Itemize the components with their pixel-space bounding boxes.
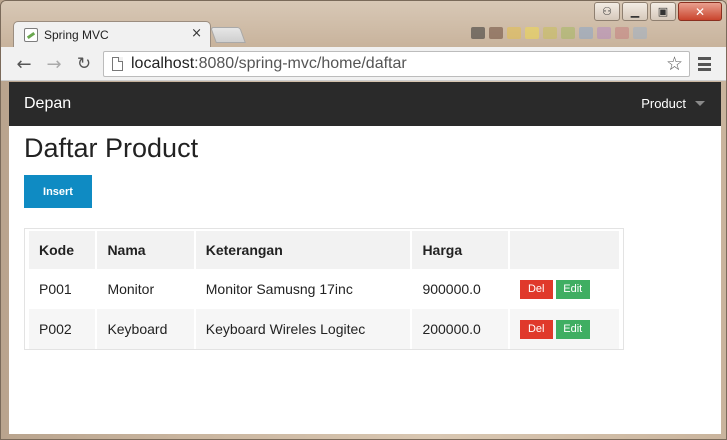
cell-actions: Del Edit (509, 269, 619, 309)
browser-toolbar: ← → ↻ localhost:8080/spring-mvc/home/daf… (1, 47, 726, 81)
url-path: :8080/spring-mvc/home/daftar (194, 55, 407, 72)
forward-arrow-icon[interactable]: → (43, 53, 65, 75)
cell-kode: P001 (29, 269, 96, 309)
navbar-brand[interactable]: Depan (24, 95, 71, 113)
minimize-button[interactable]: ▁ (622, 2, 648, 21)
header-kode: Kode (29, 231, 96, 269)
page-icon (112, 57, 123, 71)
delete-button[interactable]: Del (519, 319, 553, 339)
product-table: Kode Nama Keterangan Harga P001 Monitor … (27, 231, 621, 349)
cell-actions: Del Edit (509, 309, 619, 349)
browser-window: ⚇ ▁ ▣ ✕ Spring MVC × ← → ↻ localhost:808… (0, 0, 727, 440)
window-controls: ⚇ ▁ ▣ ✕ (594, 2, 722, 21)
caret-down-icon (695, 101, 705, 106)
address-bar[interactable]: localhost:8080/spring-mvc/home/daftar ☆ (103, 51, 690, 77)
url-host: localhost (131, 55, 195, 72)
new-tab-button[interactable] (210, 27, 246, 43)
title-bar: ⚇ ▁ ▣ ✕ Spring MVC × (1, 1, 726, 47)
cell-nama: Monitor (97, 269, 194, 309)
edit-button[interactable]: Edit (555, 319, 590, 339)
favicon-icon (24, 27, 38, 42)
star-icon[interactable]: ☆ (666, 53, 683, 75)
edit-button[interactable]: Edit (555, 279, 590, 299)
product-dropdown[interactable]: Product (641, 96, 705, 111)
browser-tab[interactable]: Spring MVC × (13, 21, 211, 47)
product-table-container: Kode Nama Keterangan Harga P001 Monitor … (24, 228, 624, 350)
product-dropdown-label: Product (641, 96, 686, 111)
table-row: P001 Monitor Monitor Samusng 17inc 90000… (29, 269, 619, 309)
insert-button[interactable]: Insert (24, 175, 92, 208)
header-actions (509, 231, 619, 269)
tab-close-icon[interactable]: × (191, 26, 202, 41)
maximize-button[interactable]: ▣ (650, 2, 676, 21)
delete-button[interactable]: Del (519, 279, 553, 299)
page-title: Daftar Product (24, 133, 199, 163)
url-text[interactable]: localhost:8080/spring-mvc/home/daftar (131, 55, 407, 73)
navbar: Depan Product (9, 82, 721, 126)
menu-icon[interactable] (698, 57, 711, 71)
reload-icon[interactable]: ↻ (73, 53, 95, 75)
table-header-row: Kode Nama Keterangan Harga (29, 231, 619, 269)
user-icon[interactable]: ⚇ (594, 2, 620, 21)
cell-kode: P002 (29, 309, 96, 349)
close-window-button[interactable]: ✕ (678, 2, 722, 21)
cell-nama: Keyboard (97, 309, 194, 349)
page-viewport: Depan Product Daftar Product Insert Kode… (9, 82, 721, 434)
cell-harga: 900000.0 (412, 269, 508, 309)
back-arrow-icon[interactable]: ← (13, 53, 35, 75)
header-harga: Harga (412, 231, 508, 269)
background-swatches (471, 27, 647, 41)
table-row: P002 Keyboard Keyboard Wireles Logitec 2… (29, 309, 619, 349)
header-nama: Nama (97, 231, 194, 269)
cell-keterangan: Monitor Samusng 17inc (195, 269, 411, 309)
cell-keterangan: Keyboard Wireles Logitec (195, 309, 411, 349)
header-keterangan: Keterangan (195, 231, 411, 269)
tab-title: Spring MVC (44, 27, 109, 42)
cell-harga: 200000.0 (412, 309, 508, 349)
